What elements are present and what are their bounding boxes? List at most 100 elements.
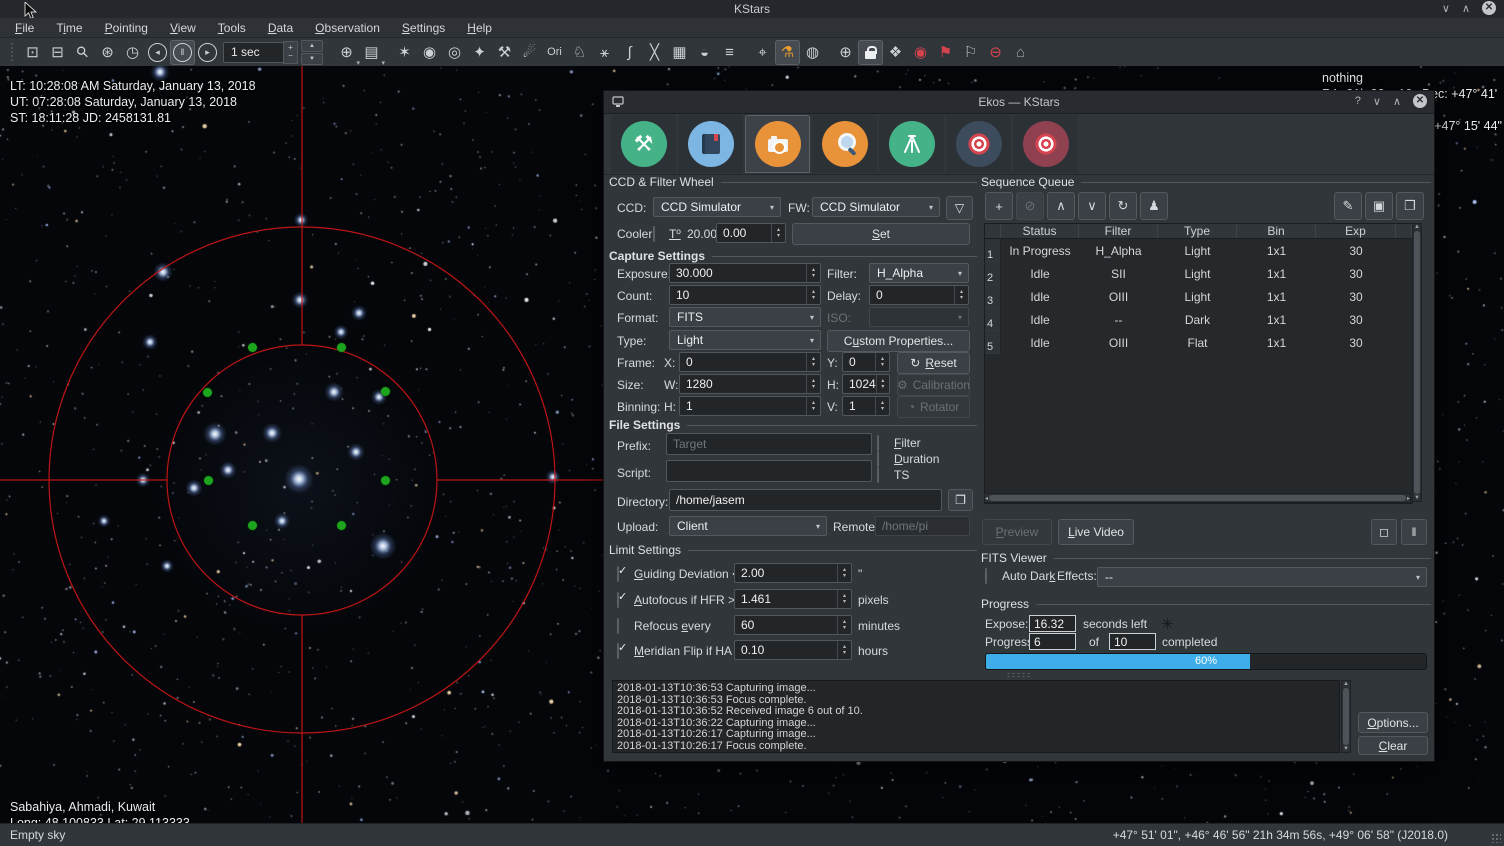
ekos-close-button[interactable]: ✕ — [1413, 94, 1427, 108]
timestep-plus-minus[interactable]: +− — [283, 41, 298, 64]
tab-capture[interactable] — [745, 115, 810, 173]
add-flag-icon[interactable]: ⚑ — [933, 40, 958, 65]
menu-help[interactable]: Help — [456, 19, 503, 37]
ekos-minimize-button[interactable]: ∨ — [1373, 95, 1381, 108]
sky-object-marker[interactable] — [337, 343, 346, 352]
meridian-flip-input[interactable]: 0.10▴▾ — [734, 640, 852, 660]
record-icon[interactable]: ◉ — [908, 40, 933, 65]
toggle-asteroids-icon[interactable]: ⚒ — [492, 40, 517, 65]
pause-icon[interactable]: ‖ — [170, 40, 195, 65]
tab-align[interactable] — [946, 115, 1011, 173]
step-backward-icon[interactable]: ◂ — [145, 40, 170, 65]
observer-icon[interactable]: ♟ — [1140, 192, 1168, 220]
flags-icon[interactable]: ⚐ — [958, 40, 983, 65]
live-video-button[interactable]: Live Video — [1058, 519, 1134, 545]
toggle-constellation-art-icon[interactable]: ♘ — [567, 40, 592, 65]
sky-object-marker[interactable] — [337, 521, 346, 530]
tab-setup[interactable]: ⚒ — [611, 115, 676, 173]
clear-button[interactable]: Clear — [1358, 736, 1428, 755]
toggle-constellation-boundaries-icon[interactable]: ╳ — [642, 40, 667, 65]
lock-position-icon[interactable] — [858, 40, 883, 65]
filter-wheel-select[interactable]: CCD Simulator▾ — [812, 197, 940, 217]
autofocus-hfr-input[interactable]: 1.461▴▾ — [734, 589, 852, 609]
menu-view[interactable]: View — [159, 19, 207, 37]
job-up-icon[interactable]: ∧ — [1047, 192, 1075, 220]
set-time-icon[interactable]: ◷ — [120, 40, 145, 65]
timestep-up-button[interactable]: ▲ — [301, 40, 323, 52]
views-icon[interactable]: ▤▾ — [359, 40, 384, 65]
maximize-button[interactable]: ∧ — [1462, 2, 1470, 15]
delay-input[interactable]: 0▴▾ — [869, 285, 969, 305]
toggle-satellites-icon[interactable]: ✦ — [467, 40, 492, 65]
log-view[interactable]: 2018-01-13T10:36:53 Capturing image...20… — [612, 680, 1340, 753]
options-button[interactable]: Options... — [1358, 712, 1428, 733]
toggle-ground-icon[interactable]: ◒ — [692, 40, 717, 65]
stop-capture-button[interactable]: ◻ — [1371, 519, 1397, 545]
observatory-icon[interactable]: ⌂ — [1008, 40, 1033, 65]
menu-file[interactable]: File — [4, 19, 45, 37]
toggle-deep-sky-icon[interactable]: ◉ — [417, 40, 442, 65]
sequence-row[interactable]: 4Idle--Dark1x130 — [985, 308, 1412, 331]
tab-focus[interactable] — [812, 115, 877, 173]
timestep-input[interactable]: 1 sec — [223, 42, 283, 63]
menu-observation[interactable]: Observation — [304, 19, 391, 37]
fov-symbol-icon[interactable]: ⊕▾ — [334, 40, 359, 65]
set-temperature-button[interactable]: Set — [792, 223, 970, 245]
open-sequence-icon[interactable]: ❐ — [1396, 192, 1424, 220]
step-forward-icon[interactable]: ▸ — [195, 40, 220, 65]
toggle-ecliptic-icon[interactable]: ◍ — [800, 40, 825, 65]
log-scrollbar[interactable]: ▲▼ — [1341, 680, 1351, 753]
toggle-labels-icon[interactable]: ≡ — [717, 40, 742, 65]
menu-tools[interactable]: Tools — [207, 19, 257, 37]
timestep-down-button[interactable]: ▼ — [301, 53, 323, 65]
splitter-handle[interactable] — [1006, 672, 1032, 677]
save-sequence-icon[interactable]: ▣ — [1365, 192, 1393, 220]
frame-y-input[interactable]: 0▴▾ — [842, 352, 890, 372]
binning-v-input[interactable]: 1▴▾ — [842, 396, 890, 416]
guiding-deviation-input[interactable]: 2.00▴▾ — [734, 563, 852, 583]
sky-object-marker[interactable] — [381, 387, 390, 396]
center-telescope-icon[interactable]: ⊕ — [833, 40, 858, 65]
find-object-icon[interactable]: ⚲ — [70, 40, 95, 65]
ccd-select[interactable]: CCD Simulator▾ — [653, 197, 781, 217]
frame-type-select[interactable]: Light▾ — [669, 330, 821, 350]
tab-guide[interactable] — [1013, 115, 1078, 173]
zoom-fit-icon[interactable]: ⊡ — [20, 40, 45, 65]
sky-object-marker[interactable] — [381, 476, 390, 485]
tab-mount[interactable] — [879, 115, 944, 173]
sequence-hscrollbar[interactable]: ◂▸ — [984, 493, 1411, 503]
temperature-setpoint-input[interactable]: 0.00▴▾ — [716, 223, 786, 243]
sky-object-marker[interactable] — [203, 388, 212, 397]
autofocus-hfr-checkbox[interactable] — [617, 592, 619, 608]
zoom-default-icon[interactable]: ⊟ — [45, 40, 70, 65]
close-button[interactable]: ✕ — [1482, 1, 1496, 15]
sequence-table[interactable]: StatusFilterTypeBinExp1In ProgressH_Alph… — [984, 223, 1413, 504]
refocus-every-input[interactable]: 60▴▾ — [734, 615, 852, 635]
sequence-vscrollbar[interactable]: ▲▼ — [1412, 223, 1422, 502]
custom-properties-button[interactable]: Custom Properties... — [827, 330, 970, 352]
toggle-stars-icon[interactable]: ✶ — [392, 40, 417, 65]
ekos-maximize-button[interactable]: ∧ — [1393, 95, 1401, 108]
filter-select[interactable]: H_Alpha▾ — [869, 263, 969, 283]
toggle-equatorial-grid-icon[interactable]: ▦ — [667, 40, 692, 65]
menu-time[interactable]: Time — [45, 19, 93, 37]
frame-height-input[interactable]: 1024▴▾ — [842, 374, 890, 394]
format-select[interactable]: FITS▾ — [669, 307, 821, 327]
menu-data[interactable]: Data — [257, 19, 304, 37]
reset-frame-button[interactable]: ↻Reset — [897, 352, 970, 374]
script-input[interactable] — [666, 460, 872, 482]
save-sequence-as-icon[interactable]: ✎ — [1334, 192, 1362, 220]
toggle-comets-icon[interactable]: ☄ — [517, 40, 542, 65]
ts-suffix-checkbox[interactable] — [877, 467, 879, 483]
geolocation-icon[interactable]: ⊛ — [95, 40, 120, 65]
filter-manager-button[interactable]: ▽ — [946, 196, 973, 220]
cooler-checkbox[interactable] — [653, 226, 655, 242]
toggle-horizon-icon[interactable]: ⚗ — [775, 40, 800, 65]
ekos-titlebar[interactable]: Ekos — KStars ? ∨ ∧ ✕ — [604, 91, 1434, 114]
directory-input[interactable]: /home/jasem — [669, 489, 942, 511]
ekos-help-button[interactable]: ? — [1355, 95, 1361, 107]
sequence-row[interactable]: 2IdleSIILight1x130 — [985, 262, 1412, 285]
add-job-icon[interactable]: + — [985, 192, 1013, 220]
minimize-button[interactable]: ∨ — [1442, 2, 1450, 15]
sequence-row[interactable]: 5IdleOIIIFlat1x130 — [985, 331, 1412, 354]
